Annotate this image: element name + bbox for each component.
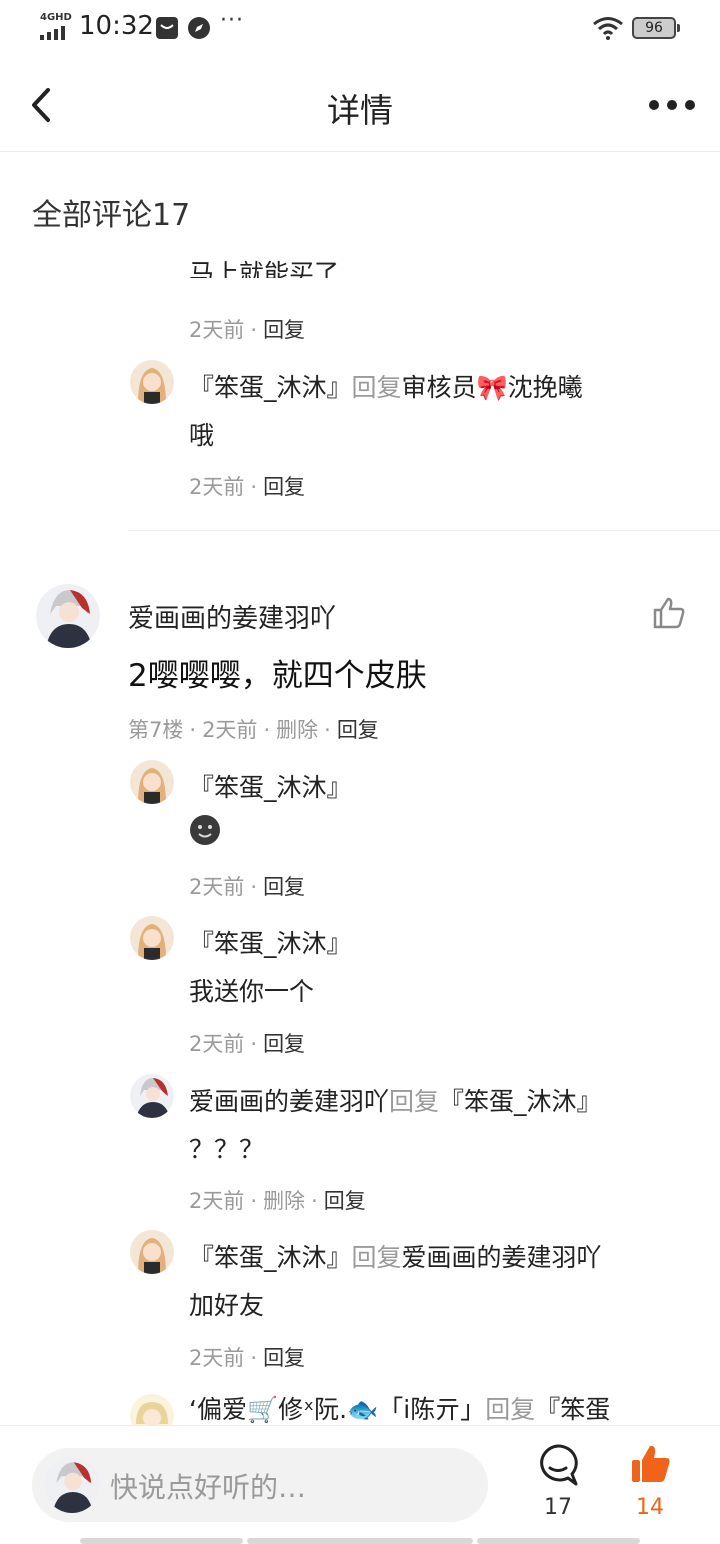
reply-text: ？？？ bbox=[189, 1135, 265, 1164]
reply-text: 我送你一个 bbox=[189, 977, 315, 1006]
reply-action[interactable]: 回复 bbox=[324, 1189, 366, 1213]
comment-time: 2天前 bbox=[202, 718, 258, 742]
partial-reply-text-span: 马上就能买了 bbox=[189, 259, 340, 278]
input-placeholder: 快说点好听的… bbox=[110, 1471, 307, 1504]
reply-time: 2天前 bbox=[189, 1346, 245, 1370]
reply-header: ‘偏爱🛒修ˣ阮.🐟「i陈亓」回复『笨蛋 bbox=[189, 1390, 610, 1426]
emoji-sticker-icon bbox=[190, 815, 220, 845]
delete-action[interactable]: 删除 bbox=[276, 718, 318, 742]
nav-indicator bbox=[80, 1538, 243, 1544]
reply-header: 『笨蛋_沐沐』回复审核员🎀沈挽曦 bbox=[189, 368, 583, 404]
reply-time: 2天前 bbox=[189, 475, 245, 499]
nav-bar: 详情 bbox=[0, 58, 720, 152]
avatar[interactable] bbox=[130, 1230, 174, 1274]
delete-action[interactable]: 删除 bbox=[263, 1189, 305, 1213]
reply-time: 2天前 bbox=[189, 1032, 245, 1056]
bottom-bar: 快说点好听的… 17 14 bbox=[0, 1425, 720, 1544]
notification-bag-icon bbox=[156, 17, 178, 39]
reply-meta: 2天前 · 回复 bbox=[189, 318, 306, 342]
reply-text: 加好友 bbox=[189, 1291, 265, 1320]
thumb-up-filled-icon bbox=[632, 1445, 670, 1482]
nav-indicator bbox=[477, 1538, 640, 1544]
reply-time: 2天前 bbox=[189, 1189, 245, 1213]
reply-action[interactable]: 回复 bbox=[263, 318, 305, 342]
reply-text: 哦 bbox=[189, 421, 215, 450]
signal-icon bbox=[40, 26, 65, 40]
page-title: 详情 bbox=[327, 91, 393, 130]
comment-count: 17 bbox=[544, 1495, 572, 1520]
reply-meta: 2天前 · 回复 bbox=[189, 1032, 306, 1056]
reply-author[interactable]: 『笨蛋_沐沐』 bbox=[189, 1243, 352, 1272]
reply-author[interactable]: 『笨蛋_沐沐』 bbox=[189, 924, 352, 960]
avatar[interactable] bbox=[36, 584, 100, 648]
reply-author[interactable]: ‘偏爱🛒修ˣ阮.🐟「i陈亓」 bbox=[189, 1395, 485, 1424]
reply-target[interactable]: 审核员🎀沈挽曦 bbox=[402, 373, 583, 402]
comment-meta: 第7楼 · 2天前 · 删除 · 回复 bbox=[128, 718, 379, 742]
reply-target[interactable]: 『笨蛋 bbox=[535, 1395, 610, 1424]
comment-icon bbox=[540, 1444, 578, 1486]
comment-input[interactable]: 快说点好听的… bbox=[32, 1448, 488, 1522]
comment-author[interactable]: 爱画画的姜建羽吖 bbox=[128, 598, 336, 635]
battery-icon: 96 bbox=[632, 17, 680, 39]
reply-header: 『笨蛋_沐沐』回复爱画画的姜建羽吖 bbox=[189, 1238, 602, 1274]
reply-word: 回复 bbox=[485, 1395, 536, 1424]
reply-author[interactable]: 爱画画的姜建羽吖 bbox=[189, 1087, 389, 1116]
reply-action[interactable]: 回复 bbox=[263, 475, 305, 499]
reply-author[interactable]: 『笨蛋_沐沐』 bbox=[189, 373, 352, 402]
more-icon[interactable] bbox=[648, 98, 696, 112]
reply-time: 2天前 bbox=[189, 875, 245, 899]
like-count: 14 bbox=[636, 1495, 664, 1520]
reply-author[interactable]: 『笨蛋_沐沐』 bbox=[189, 768, 352, 804]
network-type: 4GHD bbox=[40, 12, 72, 23]
reply-time: 2天前 bbox=[189, 318, 245, 342]
wifi-icon bbox=[593, 17, 623, 40]
status-more: ··· bbox=[220, 8, 244, 33]
reply-word: 回复 bbox=[351, 373, 402, 402]
reply-meta: 2天前 · 回复 bbox=[189, 875, 306, 899]
avatar bbox=[44, 1457, 100, 1513]
reply-meta: 2天前 · 删除 · 回复 bbox=[189, 1189, 366, 1213]
reply-header: 爱画画的姜建羽吖回复『笨蛋_沐沐』 bbox=[189, 1082, 602, 1118]
comment-button[interactable]: 17 bbox=[530, 1440, 586, 1530]
reply-word: 回复 bbox=[351, 1243, 402, 1272]
divider bbox=[128, 530, 720, 531]
clock: 10:32 bbox=[79, 11, 154, 41]
nav-indicator bbox=[247, 1538, 473, 1544]
reply-action[interactable]: 回复 bbox=[263, 1032, 305, 1056]
partial-reply-text: 马上就能买了 bbox=[189, 254, 339, 278]
avatar[interactable] bbox=[130, 916, 174, 960]
reply-action[interactable]: 回复 bbox=[337, 718, 379, 742]
reply-target[interactable]: 『笨蛋_沐沐』 bbox=[439, 1087, 602, 1116]
thumb-up-icon[interactable] bbox=[652, 596, 686, 630]
avatar[interactable] bbox=[130, 1074, 174, 1118]
like-button[interactable]: 14 bbox=[622, 1440, 678, 1530]
compass-icon bbox=[188, 17, 210, 39]
battery-level: 96 bbox=[645, 20, 663, 36]
reply-target[interactable]: 爱画画的姜建羽吖 bbox=[402, 1243, 602, 1272]
reply-action[interactable]: 回复 bbox=[263, 1346, 305, 1370]
comments-header: 全部评论17 bbox=[32, 198, 191, 233]
comment-text: 2嘤嘤嘤，就四个皮肤 bbox=[128, 658, 427, 694]
reply-word: 回复 bbox=[389, 1087, 440, 1116]
reply-meta: 2天前 · 回复 bbox=[189, 1346, 306, 1370]
reply-meta: 2天前 · 回复 bbox=[189, 475, 306, 499]
avatar[interactable] bbox=[130, 360, 174, 404]
status-bar: 4GHD 10:32 ··· 96 bbox=[0, 0, 720, 58]
avatar[interactable] bbox=[130, 760, 174, 804]
avatar[interactable] bbox=[130, 1394, 174, 1426]
reply-action[interactable]: 回复 bbox=[263, 875, 305, 899]
comment-list[interactable]: 马上就能买了 2天前 · 回复 『笨蛋_沐沐』回复审核员🎀沈挽曦 哦 2天前 · 回复 … bbox=[0, 240, 720, 1426]
comment-floor: 第7楼 bbox=[128, 718, 184, 742]
